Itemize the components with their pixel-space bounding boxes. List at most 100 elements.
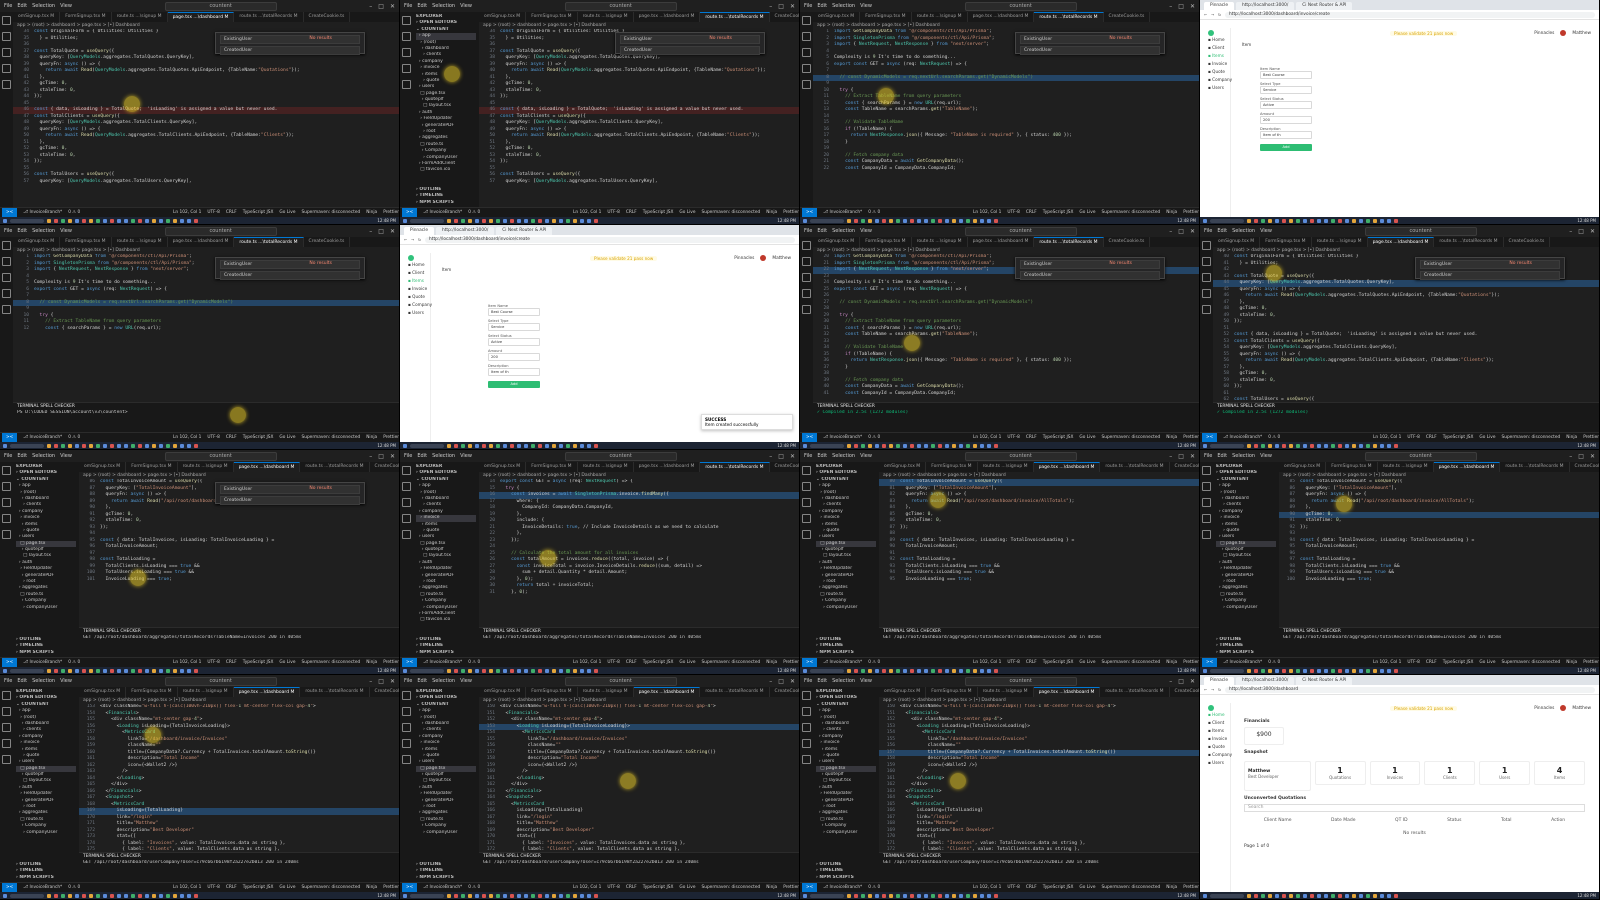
terminal-panel[interactable]: TERMINAL SPELL CHECKER GET /api/root/dash… (879, 627, 1199, 658)
taskbar-app-icon[interactable] (1373, 218, 1377, 223)
taskbar-app-icon[interactable] (903, 668, 907, 673)
taskbar-app-icon[interactable] (952, 668, 956, 673)
taskbar-app-icon[interactable] (1268, 893, 1272, 898)
taskbar-app-icon[interactable] (138, 218, 142, 223)
run-debug-icon[interactable] (402, 514, 411, 523)
menu-item[interactable]: File (4, 228, 12, 234)
menu-item[interactable]: File (804, 678, 812, 684)
eol[interactable]: CRLF (1426, 435, 1437, 440)
taskbar-app-icon[interactable] (1345, 218, 1349, 223)
supermaven-status[interactable]: Supermaven: disconnected (702, 885, 761, 890)
search-icon[interactable] (402, 32, 411, 41)
run-debug-icon[interactable] (2, 64, 11, 73)
user-name[interactable]: Matthew (1572, 31, 1591, 36)
extensions-icon[interactable] (802, 530, 811, 539)
taskbar-app-icon[interactable] (896, 668, 900, 673)
taskbar-app-icon[interactable] (454, 443, 458, 448)
sidebar-item[interactable]: ▪ Users (400, 309, 430, 317)
taskbar-app-icon[interactable] (54, 218, 58, 223)
terminal-panel[interactable]: TERMINAL SPELL CHECKER ✓ Compiled in 2.5s… (813, 402, 1199, 433)
editor-tabs[interactable]: omSignup.tsx M FormSignup.tsx Mroute.ts .… (79, 462, 399, 472)
taskbar-app-icon[interactable] (510, 893, 514, 898)
menu-item[interactable]: File (4, 3, 12, 9)
menu-bar[interactable]: File Edit Selection View (404, 3, 472, 9)
sidebar-item[interactable]: ▪ Invoice (1200, 735, 1230, 743)
editor-tab[interactable]: CreateCookie.ts (770, 687, 799, 697)
editor-tab[interactable]: CreateCookie.ts (1170, 462, 1199, 472)
search-icon[interactable] (2, 707, 11, 716)
taskbar-app-icon[interactable] (1331, 443, 1335, 448)
extensions-icon[interactable] (1202, 530, 1211, 539)
panel-tabs[interactable]: TERMINAL SPELL CHECKER (13, 403, 399, 410)
editor-tab[interactable]: CreateCookie.ts (304, 12, 351, 22)
taskbar-app-icon[interactable] (503, 893, 507, 898)
editor-tab[interactable]: route.ts ...\signup M (578, 462, 634, 472)
menu-item[interactable]: Edit (17, 3, 27, 9)
language-mode[interactable]: TypeScript JSX (643, 660, 674, 665)
taskbar-app-icon[interactable] (524, 668, 528, 673)
editor-tab[interactable]: route.ts ...\signup M (1312, 237, 1368, 247)
start-icon[interactable] (803, 443, 807, 448)
taskbar-app-icon[interactable] (82, 218, 86, 223)
start-icon[interactable] (403, 218, 407, 223)
taskbar-app-icon[interactable] (882, 893, 886, 898)
editor-tab[interactable]: route.ts ...\totalRecords M (1034, 12, 1104, 22)
taskbar-app-icon[interactable] (152, 218, 156, 223)
taskbar-app-icon[interactable] (875, 443, 879, 448)
explorer-item[interactable]: › companyUser (16, 605, 76, 611)
stat-card[interactable]: 1 Quotations (1314, 761, 1366, 785)
supermaven-status[interactable]: Supermaven: disconnected (1102, 435, 1161, 440)
taskbar-search[interactable] (1210, 443, 1244, 448)
menu-item[interactable]: View (860, 3, 872, 9)
profile-card[interactable]: Matthew Best Developer (1244, 761, 1311, 791)
problems-count[interactable]: 0 ⚠ 0 (68, 660, 80, 665)
remote-indicator[interactable]: >< (1202, 658, 1218, 667)
form-field[interactable]: Active (488, 338, 540, 346)
code-editor[interactable]: 1 import GetCompanyData from "@/component… (813, 29, 1199, 208)
editor-tab[interactable]: page.tsx ...\dashboard M (1033, 687, 1101, 697)
taskbar-app-icon[interactable] (889, 443, 893, 448)
run-debug-icon[interactable] (802, 739, 811, 748)
taskbar-app-icon[interactable] (47, 668, 51, 673)
taskbar-app-icon[interactable] (187, 218, 191, 223)
taskbar-search[interactable] (10, 893, 44, 898)
activity-bar[interactable] (800, 462, 813, 658)
editor-tab[interactable]: page.tsx ...\dashboard M (968, 12, 1035, 22)
activity-bar[interactable] (0, 237, 13, 433)
taskbar-app-icon[interactable] (1317, 443, 1321, 448)
add-button[interactable]: Add (488, 381, 540, 388)
taskbar-app-icon[interactable] (938, 443, 942, 448)
prettier-status[interactable]: Prettier (783, 885, 799, 890)
taskbar-app-icon[interactable] (573, 893, 577, 898)
taskbar-app-icon[interactable] (117, 218, 121, 223)
eol[interactable]: CRLF (626, 210, 637, 215)
problems-count[interactable]: 0 ⚠ 0 (68, 885, 80, 890)
breadcrumb[interactable]: app > (root) > dashboard > page.tsx > [•… (813, 22, 1199, 29)
problems-count[interactable]: 0 ⚠ 0 (868, 885, 880, 890)
taskbar-app-icon[interactable] (994, 668, 998, 673)
taskbar-search[interactable] (410, 443, 444, 448)
close-icon[interactable]: ✕ (1190, 453, 1195, 460)
taskbar-app-icon[interactable] (82, 893, 86, 898)
close-icon[interactable]: ✕ (390, 453, 395, 460)
supermaven-status[interactable]: Supermaven: disconnected (1102, 660, 1161, 665)
taskbar-app-icon[interactable] (1359, 893, 1363, 898)
taskbar-app-icon[interactable] (994, 893, 998, 898)
search-icon[interactable] (1202, 257, 1211, 266)
replace-input[interactable]: CreatedUser (1020, 271, 1160, 280)
panel-tabs[interactable]: TERMINAL SPELL CHECKER (79, 628, 399, 635)
taskbar-app-icon[interactable] (924, 893, 928, 898)
taskbar-app-icon[interactable] (889, 218, 893, 223)
taskbar-app-icon[interactable] (510, 443, 514, 448)
breadcrumb[interactable]: app > (root) > dashboard > page.tsx > [•… (13, 22, 399, 29)
taskbar-app-icon[interactable] (117, 893, 121, 898)
taskbar-app-icon[interactable] (110, 443, 114, 448)
editor-tab[interactable]: route.ts ...\totalRecords M (1100, 462, 1170, 472)
taskbar-app-icon[interactable] (1268, 443, 1272, 448)
status-bar[interactable]: >< ⎇ InvoiceBranch* 0 ⚠ 0 Ln 102, Col 1 UTF-… (800, 657, 1199, 667)
editor-tab[interactable]: omSignup.tsx M (479, 687, 527, 697)
npm-scripts-section[interactable]: › NPM SCRIPTS (16, 875, 54, 881)
menu-item[interactable]: Edit (1217, 228, 1227, 234)
taskbar-app-icon[interactable] (994, 443, 998, 448)
git-branch[interactable]: ⎇ InvoiceBranch* (23, 660, 62, 665)
